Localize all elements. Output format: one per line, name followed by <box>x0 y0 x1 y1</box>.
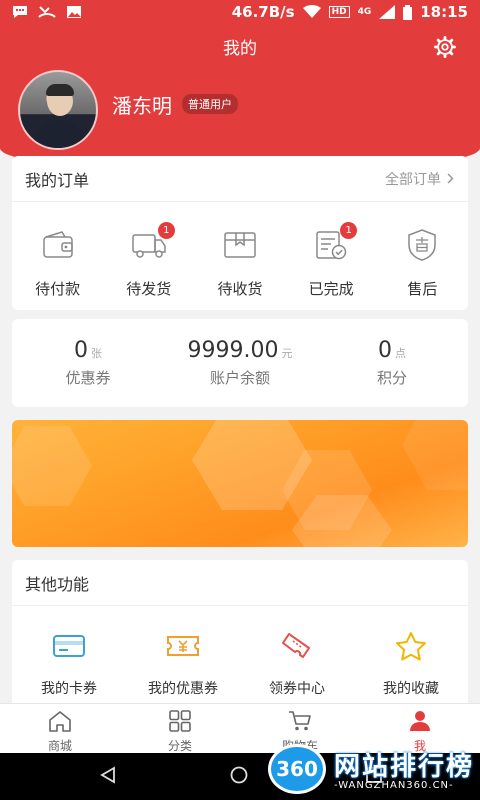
back-triangle-icon[interactable] <box>98 765 118 785</box>
cart-icon <box>289 711 311 731</box>
functions-title: 其他功能 <box>25 574 90 594</box>
order-count-badge: 1 <box>340 222 358 239</box>
home-icon <box>49 711 71 732</box>
image-icon <box>67 6 81 18</box>
profile-header: 我的 潘东明 普通用户 <box>0 24 480 174</box>
balance-unit: 元 <box>281 347 293 360</box>
all-orders-link[interactable]: 全部订单 <box>385 169 454 189</box>
tab-label: 分类 <box>167 739 192 753</box>
points-label: 积分 <box>376 369 407 387</box>
grid-icon <box>169 710 191 732</box>
coupon-icon <box>167 636 199 656</box>
card-icon <box>53 635 85 657</box>
function-label: 我的卡券 <box>41 681 97 697</box>
orders-header: 我的订单 全部订单 <box>12 156 468 202</box>
banner-hexagon <box>12 426 92 506</box>
points-value: 0 <box>378 338 392 363</box>
order-count-badge: 1 <box>157 222 175 239</box>
home-circle-icon[interactable] <box>229 765 249 785</box>
orders-card: 我的订单 全部订单 待付款 1 待发货 待收货 1 已完成 售后 <box>12 156 468 310</box>
clock: 18:15 <box>420 3 468 21</box>
assets-card: 0张 优惠券 9999.00 元 账户余额 0点 积分 <box>12 319 468 407</box>
order-label: 已完成 <box>308 280 354 298</box>
order-pending-shipment[interactable]: 1 待发货 <box>109 222 189 299</box>
functions-card: 其他功能 我的卡券 我的优惠券 领券中心 我的收藏 <box>12 560 468 706</box>
watermark: 360 网站排行榜 -WANGZHAN360.CN- <box>268 742 478 798</box>
points-unit: 点 <box>395 347 406 360</box>
my-favorites-button[interactable]: 我的收藏 <box>361 630 461 698</box>
network-speed: 46.7B/s <box>231 3 295 21</box>
points-stat[interactable]: 0点 积分 <box>327 338 457 388</box>
user-level-badge: 普通用户 <box>182 94 238 114</box>
order-pending-payment[interactable]: 待付款 <box>18 228 98 299</box>
missed-call-icon <box>38 6 56 18</box>
tab-category[interactable]: 分类 <box>120 704 240 753</box>
balance-label: 账户余额 <box>209 369 270 387</box>
order-pending-receipt[interactable]: 待收货 <box>200 228 280 299</box>
after-sale-shield-icon <box>408 229 437 261</box>
banner-hexagon <box>402 420 468 490</box>
order-label: 待发货 <box>126 280 172 298</box>
order-after-sale[interactable]: 售后 <box>382 228 462 299</box>
watermark-logo: 360 <box>268 744 326 794</box>
functions-header: 其他功能 <box>12 560 468 606</box>
tab-label: 商城 <box>47 739 72 753</box>
package-icon <box>224 232 256 258</box>
coupon-center-button[interactable]: 领券中心 <box>247 630 347 698</box>
function-label: 我的优惠券 <box>148 681 218 697</box>
order-completed[interactable]: 1 已完成 <box>291 222 371 299</box>
wallet-icon <box>42 231 73 258</box>
battery-icon <box>403 4 413 20</box>
user-icon <box>410 711 430 731</box>
tab-mall[interactable]: 商城 <box>0 704 120 753</box>
promo-banner[interactable] <box>12 420 468 547</box>
orders-title: 我的订单 <box>25 170 90 190</box>
ticket-icon <box>282 633 310 658</box>
coupon-label: 优惠券 <box>65 369 111 387</box>
chevron-right-icon <box>447 173 454 184</box>
watermark-text: 网站排行榜 <box>334 752 475 782</box>
function-label: 领券中心 <box>269 681 325 697</box>
page-title: 我的 <box>223 39 257 59</box>
avatar[interactable] <box>18 70 98 150</box>
my-coupons-button[interactable]: 我的优惠券 <box>133 630 233 698</box>
status-bar: 46.7B/s HD 4G 18:15 <box>0 0 480 24</box>
watermark-url: -WANGZHAN360.CN- <box>334 780 454 791</box>
avatar-suit <box>32 120 88 148</box>
order-label: 待收货 <box>217 280 263 298</box>
order-label: 待付款 <box>35 280 81 298</box>
hd-badge: HD <box>328 6 350 18</box>
balance-value: 9999.00 <box>187 338 279 363</box>
star-icon <box>396 632 426 661</box>
settings-gear-icon[interactable] <box>434 36 456 58</box>
message-icon <box>13 6 27 18</box>
my-cards-button[interactable]: 我的卡券 <box>19 630 119 698</box>
coupon-unit: 张 <box>91 347 102 360</box>
network-type: 4G <box>357 7 372 17</box>
coupon-count: 0 <box>74 338 88 363</box>
order-label: 售后 <box>407 280 438 298</box>
signal-icon <box>379 5 396 19</box>
balance-stat[interactable]: 9999.00 元 账户余额 <box>175 338 305 388</box>
function-label: 我的收藏 <box>383 681 439 697</box>
all-orders-label: 全部订单 <box>385 171 441 188</box>
coupon-stat[interactable]: 0张 优惠券 <box>23 338 153 388</box>
avatar-hair <box>46 84 74 96</box>
wifi-icon <box>302 5 321 18</box>
username: 潘东明 <box>112 94 172 118</box>
